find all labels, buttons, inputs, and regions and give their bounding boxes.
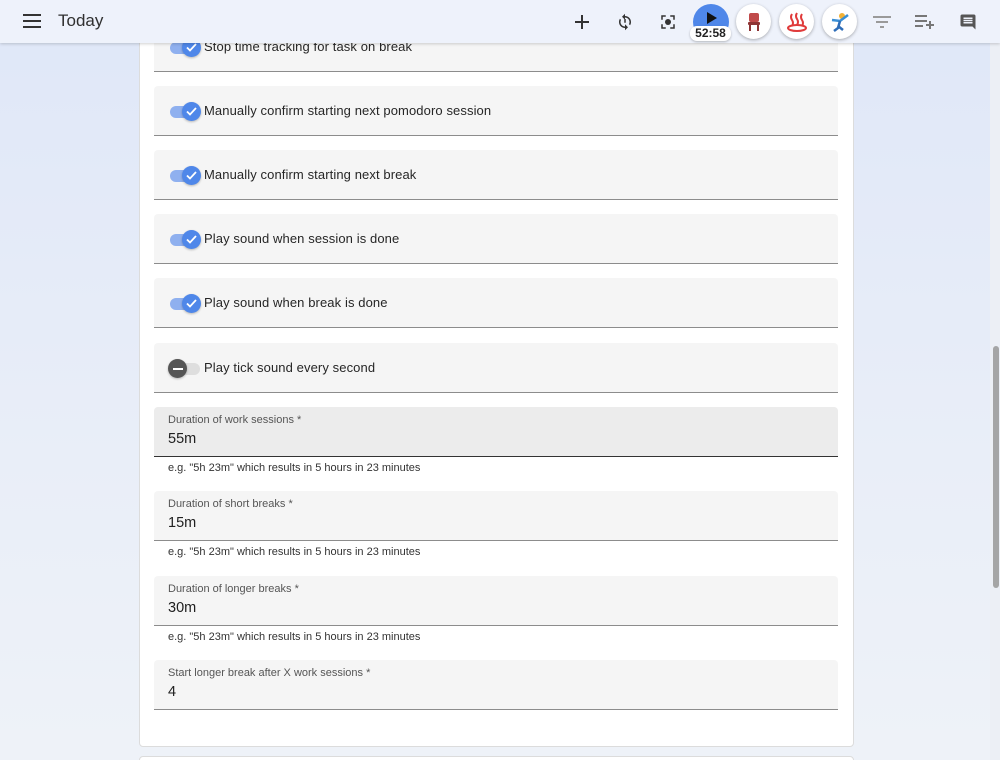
toggle-row-session-sound[interactable]: Play sound when session is done <box>154 214 838 264</box>
hot-spring-icon[interactable] <box>779 4 814 39</box>
comment-icon[interactable] <box>954 8 982 36</box>
exercise-icon[interactable] <box>822 4 857 39</box>
check-icon <box>186 235 197 244</box>
page-title: Today <box>58 11 104 30</box>
toggle-row-break-sound[interactable]: Play sound when break is done <box>154 278 838 328</box>
filter-icon[interactable] <box>868 8 896 36</box>
scrollbar-thumb[interactable] <box>993 346 999 588</box>
check-icon <box>186 299 197 308</box>
toggle-label: Manually confirm starting next break <box>204 167 417 182</box>
work-duration-field[interactable]: Duration of work sessions * <box>154 407 838 457</box>
field-label: Duration of longer breaks * <box>168 583 299 595</box>
toggle-switch[interactable] <box>168 293 202 313</box>
long-break-field[interactable]: Duration of longer breaks * <box>154 576 838 626</box>
play-icon <box>707 12 717 24</box>
field-hint: e.g. "5h 23m" which results in 5 hours i… <box>168 462 421 474</box>
check-icon <box>186 107 197 116</box>
next-settings-panel <box>139 756 854 760</box>
toggle-switch[interactable] <box>168 358 202 378</box>
toggle-row-tick-sound[interactable]: Play tick sound every second <box>154 343 838 393</box>
short-break-field[interactable]: Duration of short breaks * <box>154 491 838 541</box>
toggle-switch[interactable] <box>168 101 202 121</box>
check-icon <box>186 171 197 180</box>
field-label: Duration of work sessions * <box>168 414 302 426</box>
cycles-input[interactable] <box>168 684 818 700</box>
toggle-switch[interactable] <box>168 229 202 249</box>
focus-mode-icon[interactable] <box>654 8 682 36</box>
minus-icon <box>172 367 183 370</box>
short-break-input[interactable] <box>168 515 818 531</box>
playlist-add-icon[interactable] <box>911 8 939 36</box>
field-label: Start longer break after X work sessions… <box>168 667 371 679</box>
toggle-switch[interactable] <box>168 165 202 185</box>
toggle-label: Manually confirm starting next pomodoro … <box>204 103 492 118</box>
field-hint: e.g. "5h 23m" which results in 5 hours i… <box>168 546 421 558</box>
toggle-label: Play tick sound every second <box>204 360 376 375</box>
long-break-input[interactable] <box>168 600 818 616</box>
toggle-row-confirm-break[interactable]: Manually confirm starting next break <box>154 150 838 200</box>
plus-icon[interactable] <box>568 8 596 36</box>
work-duration-input[interactable] <box>168 431 818 447</box>
toggle-label: Play sound when session is done <box>204 231 400 246</box>
cycles-field[interactable]: Start longer break after X work sessions… <box>154 660 838 710</box>
toggle-row-confirm-session[interactable]: Manually confirm starting next pomodoro … <box>154 86 838 136</box>
hamburger-menu-icon[interactable] <box>17 10 47 32</box>
field-label: Duration of short breaks * <box>168 498 293 510</box>
field-hint: e.g. "5h 23m" which results in 5 hours i… <box>168 631 421 643</box>
timer-label: 52:58 <box>690 26 731 41</box>
chair-icon[interactable] <box>736 4 771 39</box>
sync-icon[interactable] <box>611 8 639 36</box>
toggle-label: Play sound when break is done <box>204 295 388 310</box>
top-bar: Today 52:58 <box>0 0 1000 43</box>
check-icon <box>186 43 197 52</box>
